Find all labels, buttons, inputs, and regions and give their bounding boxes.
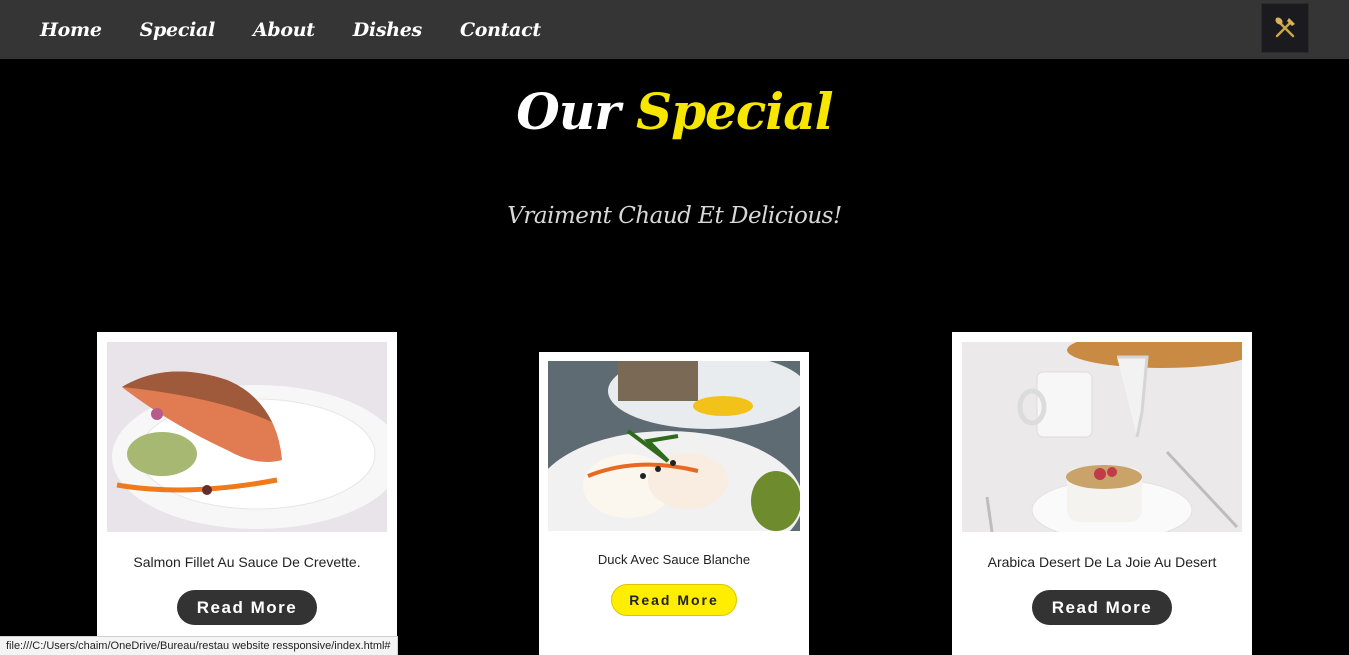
dish-card-duck: Duck Avec Sauce Blanche Read More: [539, 352, 809, 655]
nav-link-about[interactable]: About: [253, 19, 315, 41]
poached-egg-dish-photo: [548, 361, 800, 531]
nav-link-contact[interactable]: Contact: [460, 19, 541, 41]
browser-status-url: file:///C:/Users/chaim/OneDrive/Bureau/r…: [0, 636, 398, 655]
logo[interactable]: [1261, 3, 1309, 53]
nav-link-special[interactable]: Special: [140, 19, 216, 41]
fork-knife-icon: [1275, 17, 1295, 38]
nav-links: Home Special About Dishes Contact: [40, 0, 579, 59]
dish-name: Duck Avec Sauce Blanche: [597, 552, 751, 567]
nav-link-dishes[interactable]: Dishes: [353, 19, 423, 41]
dish-name: Arabica Desert De La Joie Au Desert: [987, 554, 1217, 570]
nav-link-home[interactable]: Home: [40, 19, 102, 41]
read-more-button[interactable]: Read More: [611, 584, 737, 616]
section-subtitle: Vraiment Chaud Et Delicious!: [507, 203, 842, 229]
dessert-cup-photo: [962, 342, 1242, 532]
read-more-button[interactable]: Read More: [1032, 590, 1172, 625]
navbar: Home Special About Dishes Contact: [0, 0, 1349, 59]
salmon-fillet-photo: [107, 342, 387, 532]
dish-card-dessert: Arabica Desert De La Joie Au Desert Read…: [952, 332, 1252, 655]
section-title-accent: Special: [635, 82, 834, 141]
dish-name: Salmon Fillet Au Sauce De Crevette.: [133, 554, 361, 570]
section-title: Our Special: [0, 82, 1349, 141]
read-more-button[interactable]: Read More: [177, 590, 317, 625]
dish-card-salmon: Salmon Fillet Au Sauce De Crevette. Read…: [97, 332, 397, 655]
section-title-part1: Our: [516, 82, 620, 141]
